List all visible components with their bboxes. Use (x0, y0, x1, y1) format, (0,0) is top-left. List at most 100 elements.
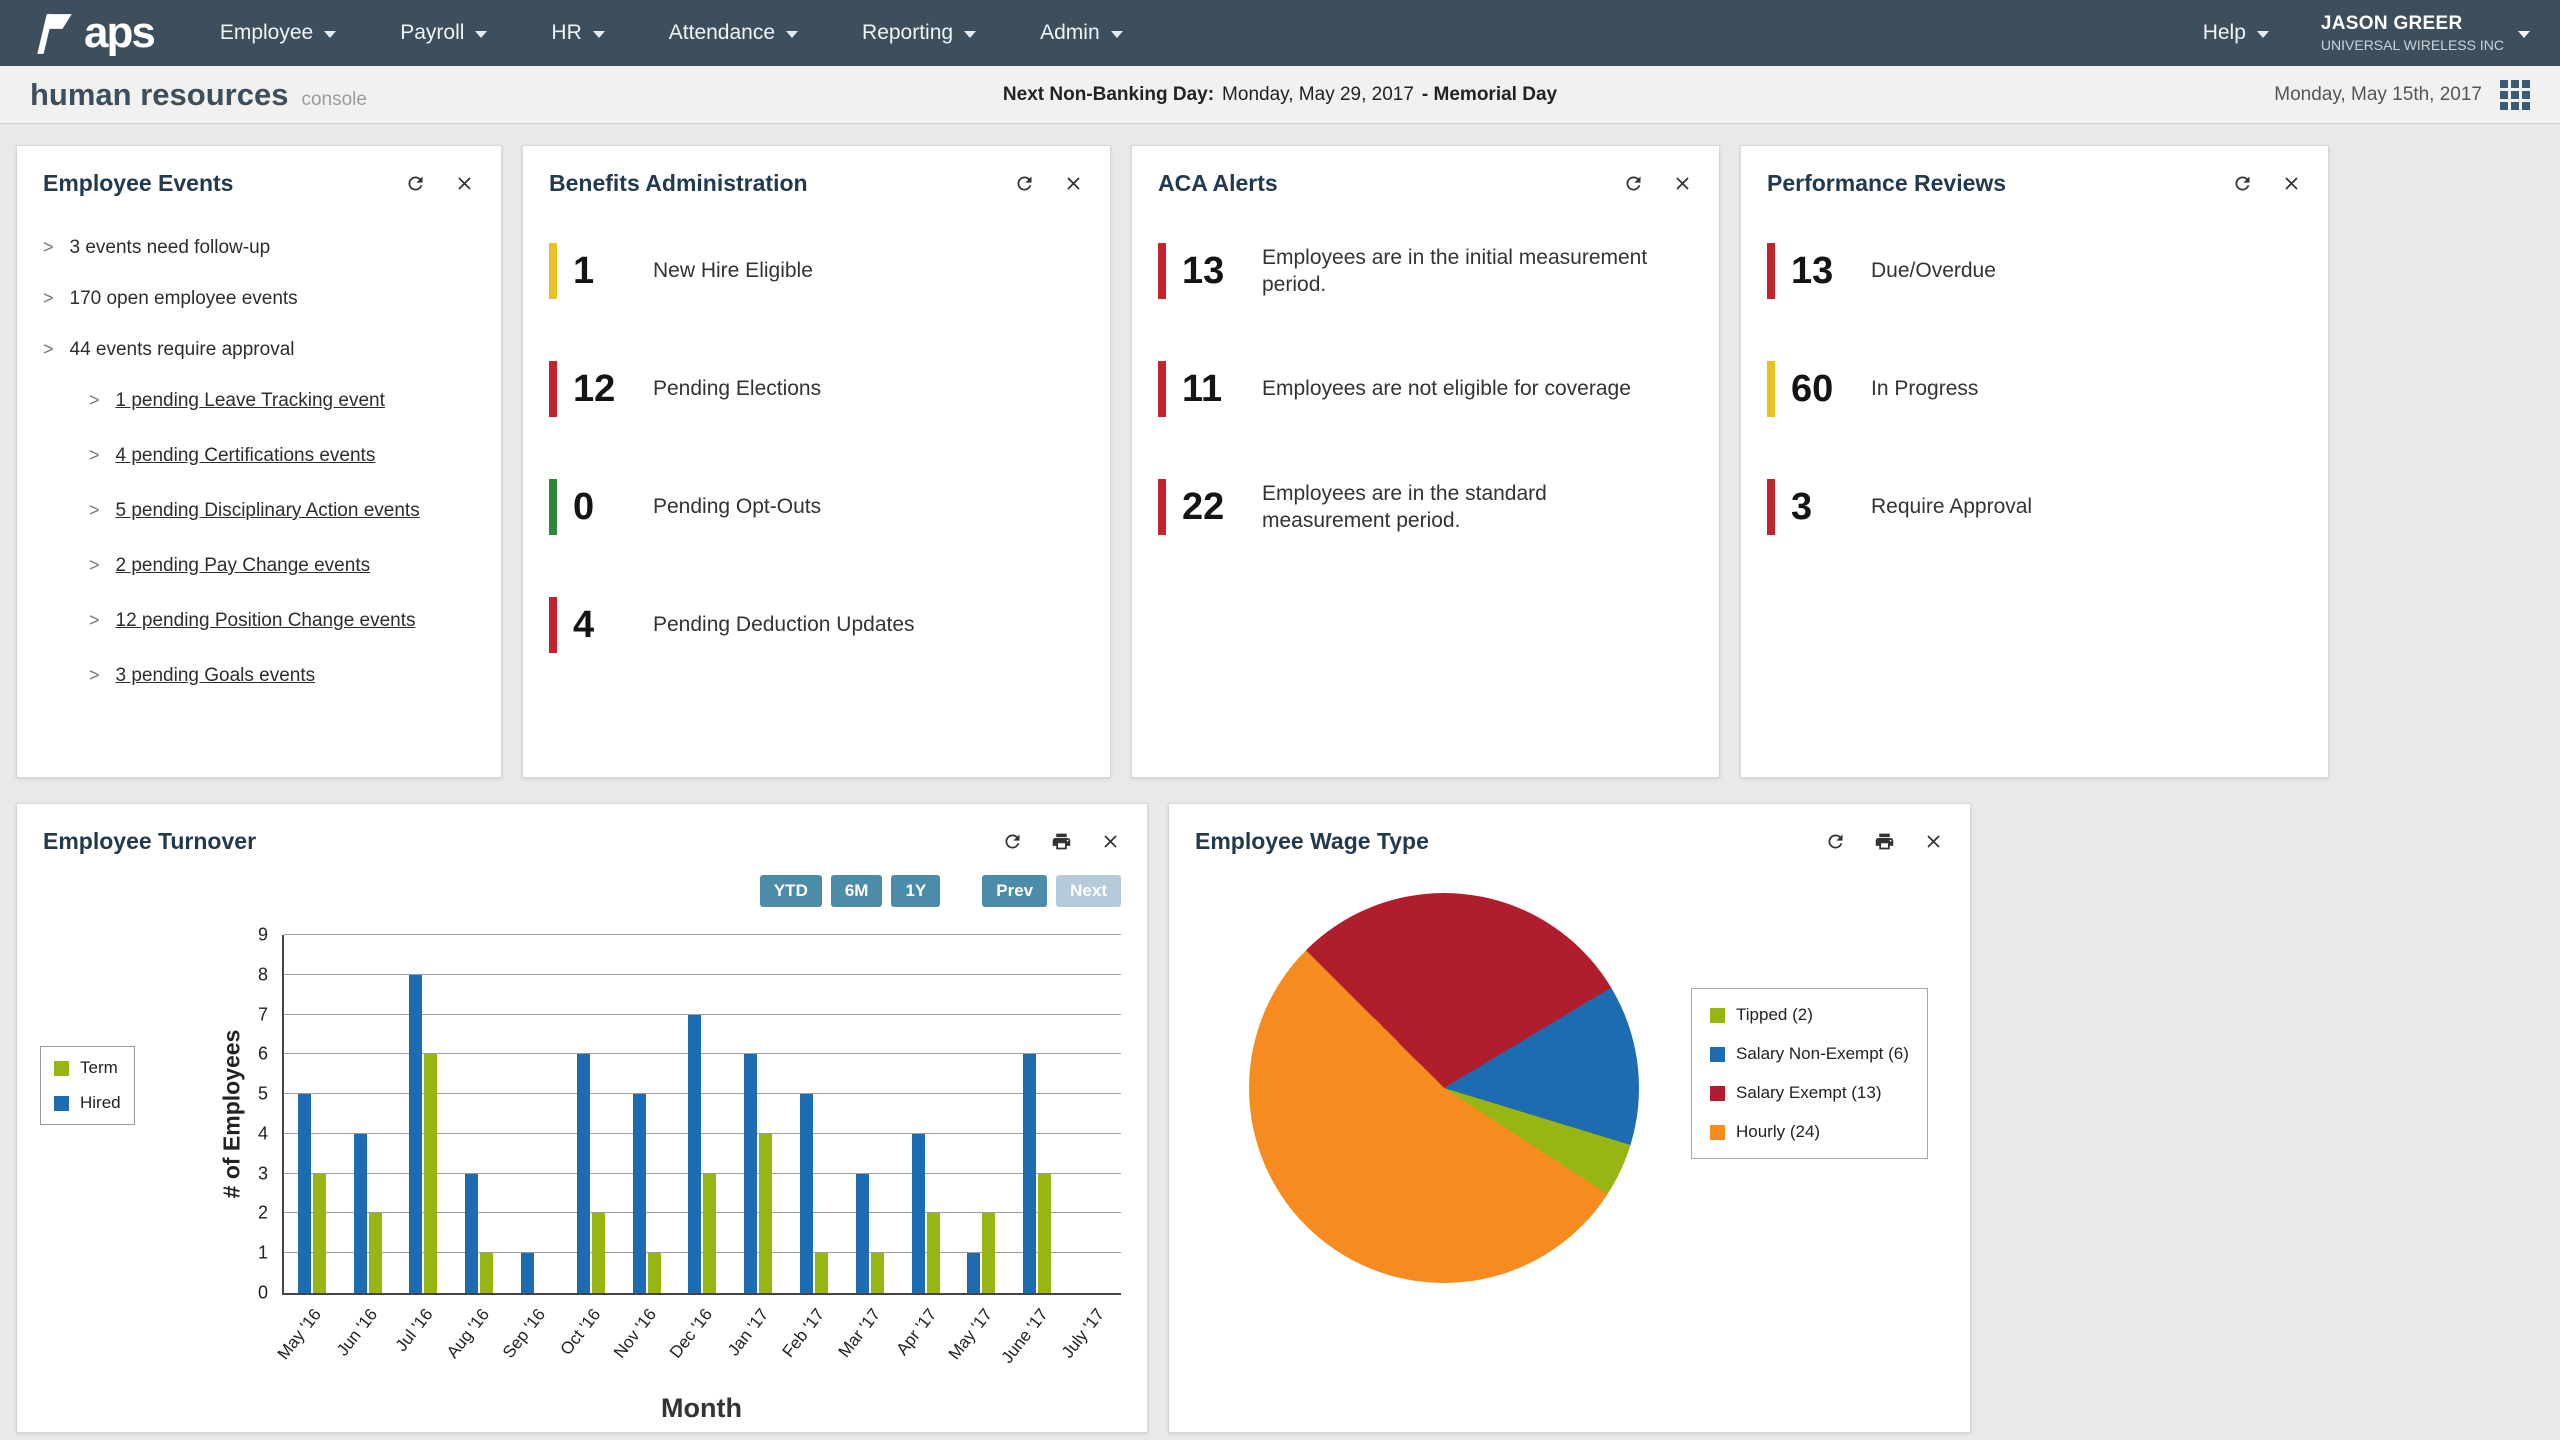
stat-label: Employees are not eligible for coverage (1262, 375, 1631, 402)
stat-item-new-hire-eligible[interactable]: 1New Hire Eligible (549, 243, 1084, 299)
y-tick-label: 1 (258, 1243, 268, 1264)
x-tick-label: May '17 (945, 1305, 997, 1364)
y-tick-label: 5 (258, 1084, 268, 1105)
stat-item-pending-elections[interactable]: 12 Pending Elections (549, 361, 1084, 417)
nav-item-admin[interactable]: Admin (1040, 21, 1123, 45)
prev-button[interactable]: Prev (982, 875, 1047, 907)
x-tick-label: Jun '16 (332, 1305, 381, 1360)
status-color-bar (549, 597, 557, 653)
1y-button[interactable]: 1Y (891, 875, 940, 907)
x-tick: Jun '16 (338, 1295, 394, 1393)
close-icon[interactable] (454, 173, 475, 194)
chevron-right-icon: > (43, 288, 54, 309)
refresh-icon[interactable] (405, 173, 426, 194)
stat-count: 3 (1791, 486, 1853, 529)
event-label: 4 pending Certifications events (116, 445, 376, 467)
stat-label: New Hire Eligible (653, 257, 813, 284)
print-icon[interactable] (1874, 831, 1895, 852)
x-tick: Dec '16 (674, 1295, 730, 1393)
bar-group-apr-17 (898, 935, 954, 1293)
nav-item-reporting[interactable]: Reporting (862, 21, 976, 45)
stat-label: Employees are in the initial measurement… (1262, 244, 1657, 299)
stat-item-employees-are-in-the-initial-measurement[interactable]: 13Employees are in the initial measureme… (1158, 243, 1693, 299)
event-summary[interactable]: >44 events require approval (43, 339, 475, 361)
legend-swatch (54, 1096, 69, 1111)
stat-item-in-progress[interactable]: 60In Progress (1767, 361, 2302, 417)
print-icon[interactable] (1051, 831, 1072, 852)
main-menu: Employee Payroll HR Attendance Reporting Admi… (220, 21, 2203, 45)
next-button[interactable]: Next (1056, 875, 1121, 907)
bar-hired (465, 1174, 478, 1293)
x-tick-label: Jul '16 (392, 1305, 438, 1356)
chevron-right-icon: > (89, 610, 100, 631)
aps-logo[interactable]: aps (30, 10, 154, 56)
refresh-icon[interactable] (1825, 831, 1846, 852)
close-icon[interactable] (1923, 831, 1944, 852)
x-tick-label: Jan '17 (724, 1305, 773, 1360)
status-color-bar (549, 361, 557, 417)
refresh-icon[interactable] (1002, 831, 1023, 852)
nav-item-hr[interactable]: HR (551, 21, 604, 45)
close-icon[interactable] (1672, 173, 1693, 194)
event-link[interactable]: >12 pending Position Change events (89, 610, 475, 632)
6m-button[interactable]: 6M (831, 875, 883, 907)
event-link[interactable]: >3 pending Goals events (89, 665, 475, 687)
x-tick: Nov '16 (618, 1295, 674, 1393)
ytd-button[interactable]: YTD (760, 875, 822, 907)
event-link[interactable]: >5 pending Disciplinary Action events (89, 500, 475, 522)
x-tick: Jul '16 (394, 1295, 450, 1393)
panel-title: Performance Reviews (1767, 170, 2006, 197)
stat-count: 22 (1182, 486, 1244, 529)
event-summary[interactable]: >3 events need follow-up (43, 237, 475, 259)
event-summary[interactable]: >170 open employee events (43, 288, 475, 310)
event-label: 170 open employee events (70, 288, 298, 310)
stat-item-employees-are-in-the-standard-measuremen[interactable]: 22Employees are in the standard measurem… (1158, 479, 1693, 535)
stat-count: 12 (573, 368, 635, 411)
refresh-icon[interactable] (1014, 173, 1035, 194)
event-link[interactable]: >4 pending Certifications events (89, 445, 475, 467)
benefits-stats: 1New Hire Eligible 12 Pending Elections 0Pe… (523, 207, 1110, 653)
stat-item-pending-deduction-updates[interactable]: 4Pending Deduction Updates (549, 597, 1084, 653)
refresh-icon[interactable] (1623, 173, 1644, 194)
app-grid-icon[interactable] (2500, 80, 2530, 110)
y-axis-title: # of Employees (219, 1030, 246, 1199)
bar-hired (577, 1054, 590, 1293)
x-tick-label: Nov '16 (610, 1305, 661, 1362)
help-menu[interactable]: Help (2203, 21, 2269, 45)
panel-employee-wage-type: Employee Wage Type Tipped (2)Salary Non-… (1168, 803, 1971, 1433)
refresh-icon[interactable] (2232, 173, 2253, 194)
panel-title: Employee Events (43, 170, 233, 197)
bar-group-feb-17 (786, 935, 842, 1293)
nav-item-payroll[interactable]: Payroll (400, 21, 487, 45)
event-link[interactable]: >2 pending Pay Change events (89, 555, 475, 577)
status-color-bar (549, 479, 557, 535)
stat-item-due-overdue[interactable]: 13Due/Overdue (1767, 243, 2302, 299)
close-icon[interactable] (1063, 173, 1084, 194)
event-link[interactable]: >1 pending Leave Tracking event (89, 390, 475, 412)
panel-benefits-administration: Benefits Administration 1New Hire Eligib… (522, 145, 1111, 778)
close-icon[interactable] (1100, 831, 1121, 852)
x-tick: Jan '17 (730, 1295, 786, 1393)
stat-item-pending-opt-outs[interactable]: 0Pending Opt-Outs (549, 479, 1084, 535)
x-tick: Aug '16 (450, 1295, 506, 1393)
bar-hired (298, 1094, 311, 1293)
legend-item-salary-exempt-13: Salary Exempt (13) (1710, 1083, 1909, 1103)
stat-item-require-approval[interactable]: 3Require Approval (1767, 479, 2302, 535)
bar-group-may-16 (284, 935, 340, 1293)
close-icon[interactable] (2281, 173, 2302, 194)
top-nav: aps Employee Payroll HR Attendance Reporting… (0, 0, 2560, 66)
nav-item-employee[interactable]: Employee (220, 21, 336, 45)
status-color-bar (1767, 479, 1775, 535)
bar-group-jun-16 (340, 935, 396, 1293)
bar-hired (967, 1253, 980, 1293)
bar-hired (744, 1054, 757, 1293)
user-menu[interactable]: JASON GREER UNIVERSAL WIRELESS INC (2321, 13, 2530, 53)
stat-item-employees-are-not-eligible-for-coverage[interactable]: 11Employees are not eligible for coverag… (1158, 361, 1693, 417)
bar-hired (1023, 1054, 1036, 1293)
stat-label: Due/Overdue (1871, 257, 1996, 284)
nav-item-attendance[interactable]: Attendance (669, 21, 798, 45)
nav-item-label: Payroll (400, 21, 464, 45)
event-label: 5 pending Disciplinary Action events (116, 500, 420, 522)
stat-label: Pending Elections (653, 375, 821, 402)
panel-title: Employee Turnover (43, 828, 256, 855)
